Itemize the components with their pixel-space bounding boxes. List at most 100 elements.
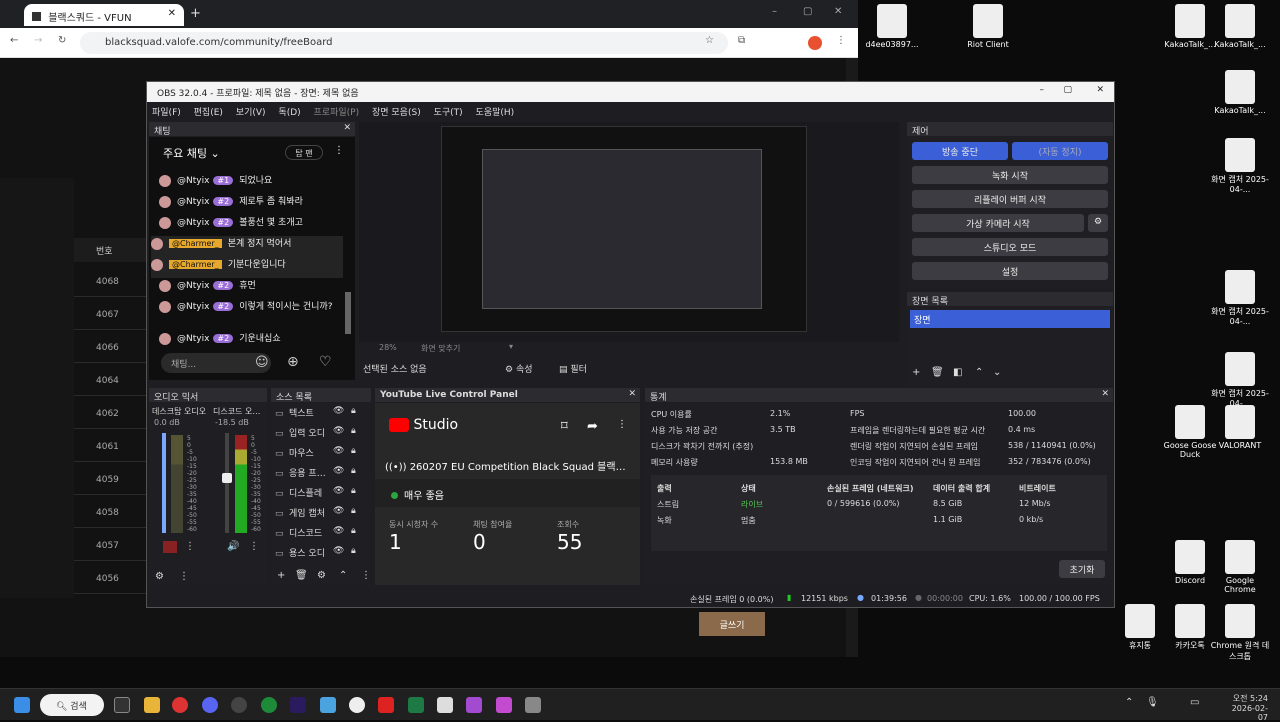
terminal-icon[interactable] (114, 697, 130, 713)
desktop-icon-cap3[interactable]: 화면 캡처 2025-04-... (1210, 352, 1270, 408)
taskbar-search[interactable]: 🔍︎ 검색 (40, 694, 104, 716)
chat-username[interactable]: @Charmer_ (169, 239, 222, 248)
start-recording-button[interactable]: 녹화 시작 (912, 166, 1108, 184)
visibility-eye-icon[interactable]: 👁︎ (333, 546, 344, 556)
excel-icon[interactable] (408, 697, 424, 713)
lock-icon[interactable]: 🔒︎ (351, 426, 356, 436)
lock-icon[interactable]: 🔒︎ (351, 506, 356, 516)
visibility-eye-icon[interactable]: 👁︎ (333, 426, 344, 436)
board-row[interactable]: 4066 (74, 331, 154, 363)
remove-scene-icon[interactable]: 🗑 (931, 367, 944, 378)
reset-stats-button[interactable]: 초기화 (1059, 560, 1105, 578)
desktop-icon-kakao2[interactable]: KakaoTalk_... (1210, 4, 1270, 49)
chatgpt-icon[interactable] (349, 697, 365, 713)
app-purple-icon[interactable] (466, 697, 482, 713)
desktop-icon-kakao3[interactable]: KakaoTalk_... (1210, 70, 1270, 115)
top-fans-button[interactable]: 탑 팬 (285, 145, 323, 160)
preview-zoom[interactable]: 28% (379, 343, 397, 352)
chrome-taskbar-icon[interactable] (172, 697, 188, 713)
source-item[interactable]: ▭ 입력 오디 👁︎ 🔒︎ (275, 426, 363, 446)
source-item[interactable]: ▭ 게임 캡처 👁︎ 🔒︎ (275, 506, 363, 526)
auto-stop-button[interactable]: (자동 정지) (1012, 142, 1108, 160)
visibility-eye-icon[interactable]: 👁︎ (333, 526, 344, 536)
chat-username[interactable]: @Ntyix (177, 334, 209, 344)
visibility-eye-icon[interactable]: 👁︎ (333, 466, 344, 476)
source-item[interactable]: ▭ 디스플레 👁︎ 🔒︎ (275, 486, 363, 506)
discord-menu-icon[interactable]: ⋮ (249, 541, 259, 552)
heart-icon[interactable]: ♡ (319, 354, 332, 370)
back-icon[interactable]: ← (10, 35, 18, 46)
chat-username[interactable]: @Ntyix (177, 176, 209, 186)
chat-menu-icon[interactable]: ⋮ (334, 145, 344, 156)
preview-dropdown-icon[interactable]: ▾ (509, 342, 513, 351)
lock-icon[interactable]: 🔒︎ (351, 406, 356, 416)
maximize-icon[interactable]: ▢ (803, 6, 812, 17)
mic-icon[interactable]: 🎙︎ (1146, 697, 1159, 708)
network-icon[interactable]: ▭ (1190, 697, 1199, 708)
desktop-icon-remote[interactable]: Chrome 원격 데스크톱 (1210, 604, 1270, 662)
desktop-menu-icon[interactable]: ⋮ (185, 541, 195, 552)
notepad-icon[interactable] (320, 697, 336, 713)
share-icon[interactable]: ➦ (587, 419, 598, 434)
chat-username[interactable]: @Ntyix (177, 302, 209, 312)
obs-taskbar-icon[interactable] (231, 697, 247, 713)
desktop-icon-valorant[interactable]: VALORANT (1210, 405, 1270, 450)
preview-canvas[interactable] (441, 126, 807, 332)
scene-filter-icon[interactable]: ◧ (953, 367, 962, 378)
url-input[interactable]: blacksquad.valofe.com/community/freeBoar… (80, 32, 728, 54)
source-settings-icon[interactable]: ⚙ (317, 570, 326, 581)
board-row[interactable]: 4059 (74, 463, 154, 495)
visibility-eye-icon[interactable]: 👁︎ (333, 406, 344, 416)
remove-source-icon[interactable]: 🗑 (295, 570, 308, 581)
forward-icon[interactable]: → (34, 35, 42, 46)
board-row[interactable]: 4058 (74, 496, 154, 528)
start-icon[interactable] (14, 697, 30, 713)
menu-edit[interactable]: 편집(E) (189, 102, 228, 121)
board-row[interactable]: 4061 (74, 430, 154, 462)
menu-kebab-icon[interactable]: ⋮ (836, 35, 846, 46)
profile-avatar[interactable] (808, 36, 822, 50)
extensions-icon[interactable]: ⧉ (738, 35, 745, 46)
bookmark-star-icon[interactable]: ☆ (705, 35, 714, 46)
stop-stream-button[interactable]: 방송 중단 (912, 142, 1008, 160)
source-item[interactable]: ▭ 용스 오디 👁︎ 🔒︎ (275, 546, 363, 566)
chat-mode-selector[interactable]: 주요 채팅 ⌄ (163, 145, 220, 161)
obs-maximize-icon[interactable]: ▢ (1063, 85, 1072, 95)
settings-button[interactable]: 설정 (912, 262, 1108, 280)
lock-icon[interactable]: 🔒︎ (351, 526, 356, 536)
lock-icon[interactable]: 🔒︎ (351, 546, 356, 556)
app-green-icon[interactable] (261, 697, 277, 713)
chat-username[interactable]: @Charmer_ (169, 260, 222, 269)
add-scene-icon[interactable]: + (912, 367, 920, 378)
desktop-mute-icon[interactable] (163, 541, 177, 553)
source-item[interactable]: ▭ 마우스 👁︎ 🔒︎ (275, 446, 363, 466)
menu-dock[interactable]: 독(D) (273, 102, 305, 121)
tab-close-icon[interactable]: ✕ (168, 8, 176, 19)
move-down-icon[interactable]: ⌄ (993, 367, 1001, 378)
board-row[interactable]: 4057 (74, 529, 154, 561)
desktop-icon-cap2[interactable]: 화면 캡처 2025-04-... (1210, 270, 1270, 326)
desktop-icon-chrome[interactable]: Google Chrome (1210, 540, 1270, 594)
discord-taskbar-icon[interactable] (202, 697, 218, 713)
stats-dock-close-icon[interactable]: ✕ (1101, 389, 1109, 399)
desktop-icon-riot[interactable]: Riot Client (958, 4, 1018, 49)
file-explorer-icon[interactable] (144, 697, 160, 713)
obs-close-icon[interactable]: ✕ (1096, 85, 1104, 95)
obs-minimize-icon[interactable]: – (1040, 85, 1045, 95)
lock-icon[interactable]: 🔒︎ (351, 446, 356, 456)
menu-help[interactable]: 도움말(H) (471, 102, 520, 121)
live-stream-title[interactable]: ((•)) 260207 EU Competition Black Squad … (385, 458, 630, 473)
chat-username[interactable]: @Ntyix (177, 218, 209, 228)
visibility-eye-icon[interactable]: 👁︎ (333, 506, 344, 516)
source-up-icon[interactable]: ⌃ (339, 570, 347, 581)
add-icon[interactable]: ⊕ (287, 354, 299, 370)
studio-mode-button[interactable]: 스튜디오 모드 (912, 238, 1108, 256)
audio-advanced-icon[interactable]: ⚙ (155, 571, 164, 582)
close-icon[interactable]: ✕ (834, 6, 842, 17)
yt-dock-close-icon[interactable]: ✕ (628, 389, 636, 399)
desktop-icon-file[interactable]: d4ee03897... (862, 4, 922, 49)
add-source-icon[interactable]: + (277, 570, 285, 581)
board-row[interactable]: 4068 (74, 265, 154, 297)
app-white-icon[interactable] (437, 697, 453, 713)
bookmark-icon[interactable]: ⌑ (561, 419, 568, 434)
